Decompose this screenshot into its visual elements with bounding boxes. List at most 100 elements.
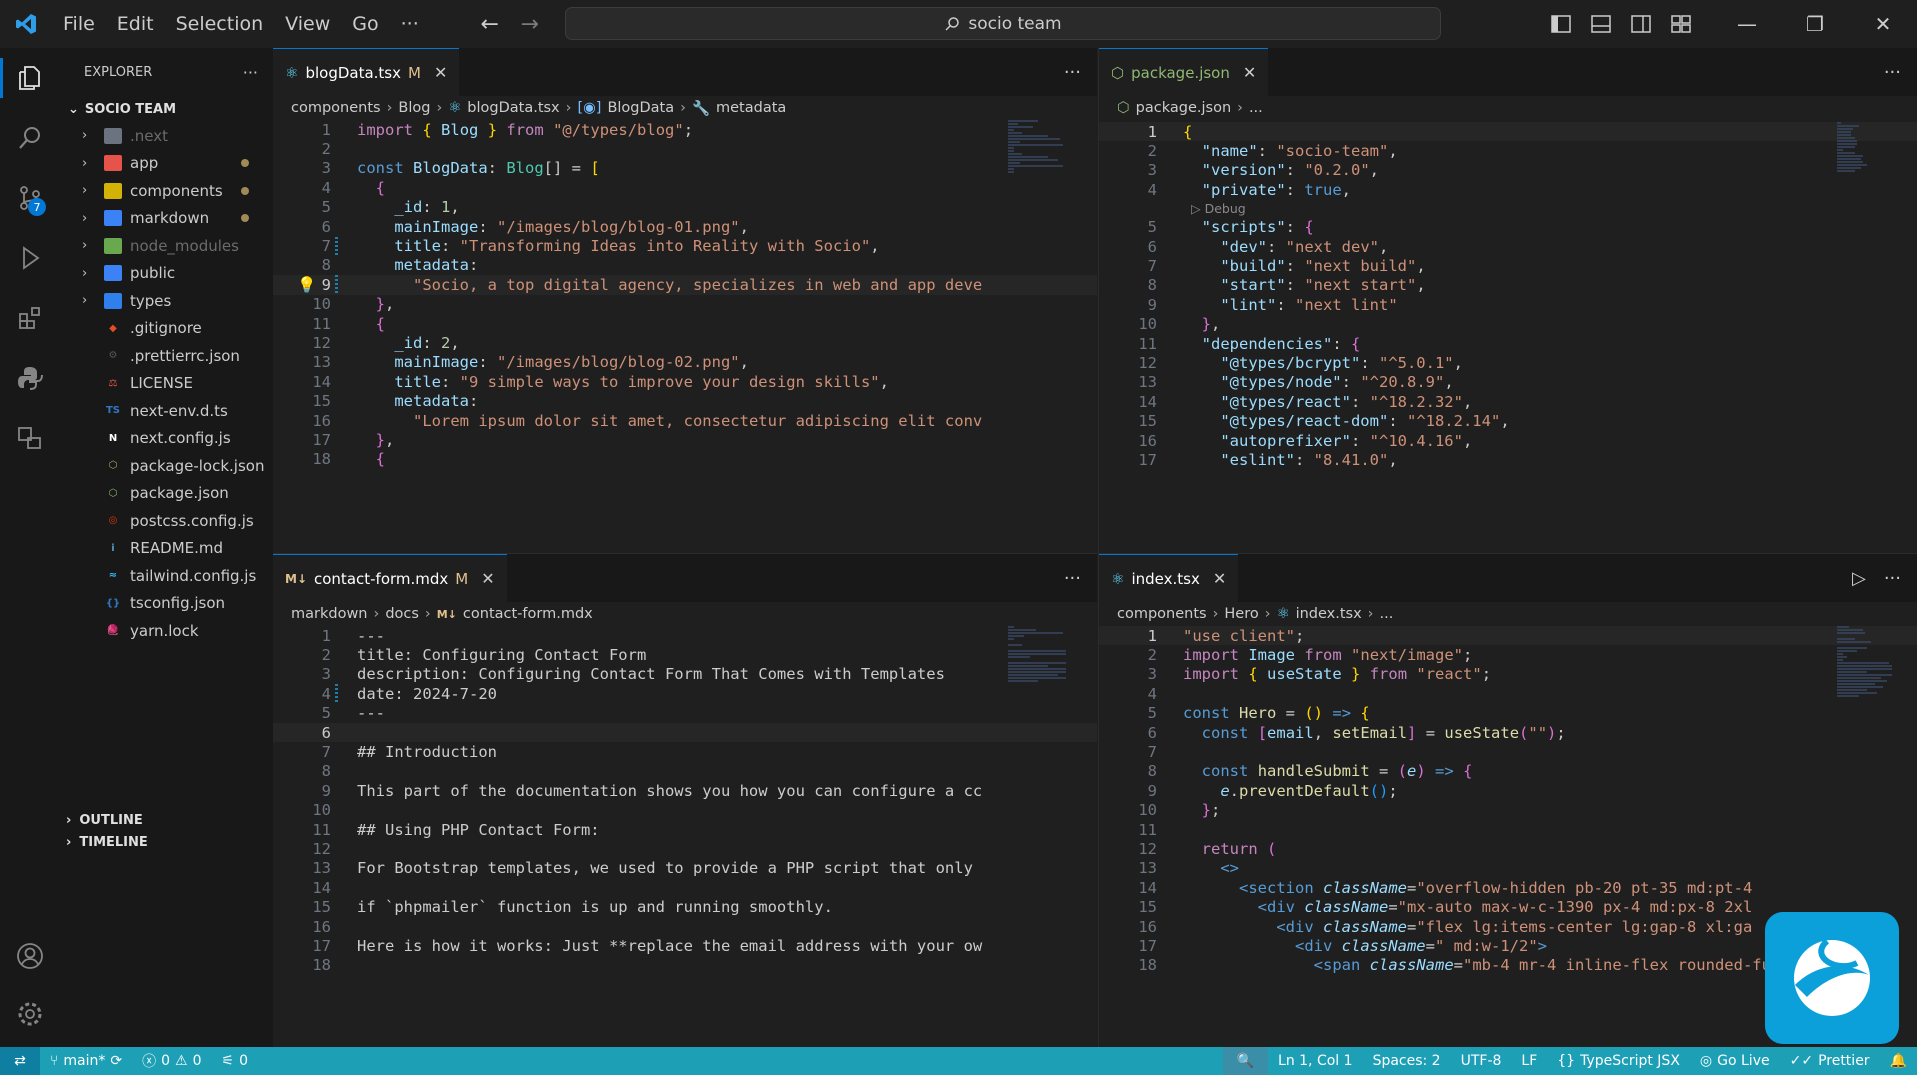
forward-arrow-icon[interactable]: →	[510, 12, 550, 37]
customize-layout-icon[interactable]	[1661, 0, 1701, 48]
accounts-icon[interactable]	[0, 926, 60, 986]
code-area[interactable]: 1{ 2 "name": "socio-team", 3 "version": …	[1099, 122, 1917, 553]
codelens-debug[interactable]: ▷ Debug	[1099, 200, 1917, 218]
more-actions-icon[interactable]: ···	[1064, 568, 1081, 589]
tree-file[interactable]: ⚖ LICENSE	[60, 370, 273, 398]
problems-indicator[interactable]: ⓧ 0 ⚠ 0	[132, 1051, 211, 1071]
breadcrumb-item[interactable]: Hero	[1224, 606, 1258, 622]
socio-app-logo[interactable]	[1765, 912, 1899, 1044]
zoom-icon[interactable]: 🔍	[1222, 1047, 1269, 1075]
toggle-secondary-sidebar-icon[interactable]	[1621, 0, 1661, 48]
breadcrumb-item[interactable]: index.tsx	[1296, 606, 1362, 622]
explorer-more-button[interactable]: ···	[243, 63, 258, 82]
minimap[interactable]	[1837, 626, 1897, 806]
remote-indicator-icon[interactable]: ⇄	[0, 1047, 40, 1075]
breadcrumb-item[interactable]: package.json	[1136, 100, 1231, 116]
menu-file[interactable]: File	[52, 0, 106, 48]
source-control-icon[interactable]: 7	[0, 168, 60, 228]
go-live-button[interactable]: ◎ Go Live	[1690, 1053, 1780, 1069]
toggle-panel-icon[interactable]	[1581, 0, 1621, 48]
notifications-bell-icon[interactable]: 🔔	[1880, 1053, 1917, 1069]
breadcrumb-item[interactable]: components	[1117, 606, 1207, 622]
code-area[interactable]: 1 import { Blog } from "@/types/blog"; 2 …	[273, 120, 1097, 553]
breadcrumb-item[interactable]: Blog	[398, 100, 430, 116]
extensions-icon[interactable]	[0, 288, 60, 348]
menu-view[interactable]: View	[274, 0, 341, 48]
tree-file[interactable]: ⬡ package.json	[60, 480, 273, 508]
run-debug-icon[interactable]	[0, 228, 60, 288]
menu-go[interactable]: Go	[341, 0, 389, 48]
close-tab-icon[interactable]: ✕	[434, 63, 447, 82]
menu-edit[interactable]: Edit	[106, 0, 165, 48]
workspace-root[interactable]: ⌄ SOCIO TEAM	[60, 96, 273, 122]
tab-bar: M↓ contact-form.mdx M ✕ ···	[273, 554, 1097, 602]
react-file-icon: ⚛	[1111, 569, 1125, 588]
indentation[interactable]: Spaces: 2	[1363, 1053, 1451, 1069]
tab-index-tsx[interactable]: ⚛ index.tsx ✕	[1099, 554, 1239, 602]
end-of-line[interactable]: LF	[1511, 1053, 1547, 1069]
prettier-status[interactable]: ✓✓ Prettier	[1780, 1053, 1880, 1069]
tree-file[interactable]: ⚙ .prettierrc.json	[60, 342, 273, 370]
back-arrow-icon[interactable]: ←	[470, 12, 510, 37]
tree-file[interactable]: Nnext.config.js	[60, 425, 273, 453]
tree-file[interactable]: ◆ .gitignore	[60, 315, 273, 343]
toggle-primary-sidebar-icon[interactable]	[1541, 0, 1581, 48]
more-actions-icon[interactable]: ···	[1884, 62, 1901, 83]
cursor-position[interactable]: Ln 1, Col 1	[1268, 1053, 1363, 1069]
search-view-icon[interactable]	[0, 108, 60, 168]
tree-file[interactable]: TS next-env.d.ts	[60, 397, 273, 425]
menu-more[interactable]: ···	[390, 0, 430, 48]
explorer-icon[interactable]	[0, 48, 60, 108]
timeline-section[interactable]: › TIMELINE	[60, 829, 148, 855]
breadcrumb-item[interactable]: contact-form.mdx	[463, 606, 593, 622]
tree-folder[interactable]: › markdown	[60, 205, 273, 233]
language-mode[interactable]: {} TypeScript JSX	[1547, 1053, 1690, 1069]
manage-gear-icon[interactable]	[0, 984, 60, 1044]
command-center-search[interactable]: socio team	[565, 7, 1441, 40]
tree-file[interactable]: ≈ tailwind.config.js	[60, 562, 273, 590]
breadcrumb-item[interactable]: blogData.tsx	[467, 100, 559, 116]
breadcrumb-item[interactable]: BlogData	[607, 100, 674, 116]
code-area[interactable]: 1 --- 2 title: Configuring Contact Form 3d…	[273, 626, 1097, 1047]
tree-folder[interactable]: › .next	[60, 122, 273, 150]
minimize-icon[interactable]: —	[1713, 0, 1781, 48]
more-actions-icon[interactable]: ···	[1884, 568, 1901, 589]
breadcrumb-item[interactable]: markdown	[291, 606, 368, 622]
tree-folder[interactable]: › types	[60, 287, 273, 315]
tree-folder[interactable]: › app	[60, 150, 273, 178]
tab-contact-form[interactable]: M↓ contact-form.mdx M ✕	[273, 554, 507, 602]
tree-file[interactable]: ⬡ package-lock.json	[60, 452, 273, 480]
close-tab-icon[interactable]: ✕	[1243, 63, 1256, 82]
python-icon[interactable]	[0, 348, 60, 408]
breadcrumb-item[interactable]: components	[291, 100, 381, 116]
minimap[interactable]	[1837, 122, 1897, 212]
restore-icon[interactable]: ❐	[1781, 0, 1849, 48]
tree-file[interactable]: {} tsconfig.json	[60, 590, 273, 618]
minimap[interactable]	[1008, 626, 1068, 726]
git-branch[interactable]: ⑂ main* ⟳	[40, 1053, 132, 1069]
tab-blogdata[interactable]: ⚛ blogData.tsx M ✕	[273, 48, 460, 96]
breadcrumb-item[interactable]: metadata	[716, 100, 786, 116]
tree-folder[interactable]: › components	[60, 177, 273, 205]
close-window-icon[interactable]: ✕	[1849, 0, 1917, 48]
tree-folder[interactable]: › public	[60, 260, 273, 288]
lightbulb-icon[interactable]: 💡	[297, 276, 316, 294]
code-line: 11	[1099, 820, 1917, 839]
tab-package-json[interactable]: ⬡ package.json ✕	[1099, 48, 1269, 96]
tree-folder[interactable]: › node_modules	[60, 232, 273, 260]
close-tab-icon[interactable]: ✕	[481, 569, 494, 588]
breadcrumb-item[interactable]: ...	[1379, 606, 1393, 622]
ports-indicator[interactable]: ⚟ 0	[212, 1053, 258, 1069]
run-file-icon[interactable]: ▷	[1852, 568, 1866, 589]
breadcrumb-item[interactable]: docs	[385, 606, 419, 622]
remote-explorer-icon[interactable]	[0, 408, 60, 468]
menu-selection[interactable]: Selection	[165, 0, 275, 48]
close-tab-icon[interactable]: ✕	[1213, 569, 1226, 588]
tree-file[interactable]: i README.md	[60, 535, 273, 563]
minimap[interactable]	[1008, 120, 1068, 210]
tree-file[interactable]: ◎ postcss.config.js	[60, 507, 273, 535]
more-actions-icon[interactable]: ···	[1064, 62, 1081, 83]
encoding[interactable]: UTF-8	[1451, 1053, 1512, 1069]
tree-file[interactable]: 🧶 yarn.lock	[60, 617, 273, 645]
breadcrumb-item[interactable]: ...	[1249, 100, 1263, 116]
